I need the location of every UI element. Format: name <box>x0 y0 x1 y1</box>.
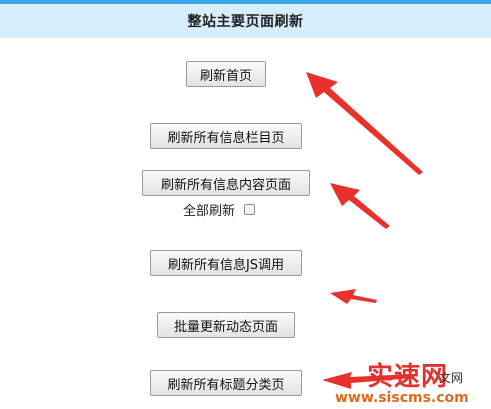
arrow-annotation-js <box>330 289 377 304</box>
refresh-all-content-pages-button[interactable]: 刷新所有信息内容页面 <box>142 170 310 196</box>
refresh-all-column-pages-button[interactable]: 刷新所有信息栏目页 <box>150 123 302 149</box>
watermark-suffix: 文网 <box>439 371 464 385</box>
refresh-home-button[interactable]: 刷新首页 <box>186 61 266 87</box>
refresh-all-label: 全部刷新 <box>183 204 236 219</box>
refresh-all-option: 全部刷新 <box>183 200 256 219</box>
watermark-brand: 实速网 <box>367 362 449 392</box>
page-root: 整站主要页面刷新 刷新首页 刷新所有信息栏目页 刷新所有信息内容页面 全部刷新 … <box>0 0 491 409</box>
refresh-all-tag-category-pages-button[interactable]: 刷新所有标题分类页 <box>150 370 302 396</box>
page-title: 整站主要页面刷新 <box>187 14 304 30</box>
refresh-all-js-calls-button[interactable]: 刷新所有信息JS调用 <box>150 250 302 276</box>
refresh-all-checkbox[interactable] <box>244 204 256 215</box>
arrow-annotation-home <box>306 72 423 175</box>
watermark: 实速网 文网 www.siscms.com <box>335 356 485 406</box>
batch-update-dynamic-pages-button[interactable]: 批量更新动态页面 <box>157 312 295 338</box>
watermark-url: www.siscms.com <box>335 390 469 406</box>
header-bar: 整站主要页面刷新 <box>0 4 491 38</box>
arrow-annotation-content <box>330 183 390 229</box>
